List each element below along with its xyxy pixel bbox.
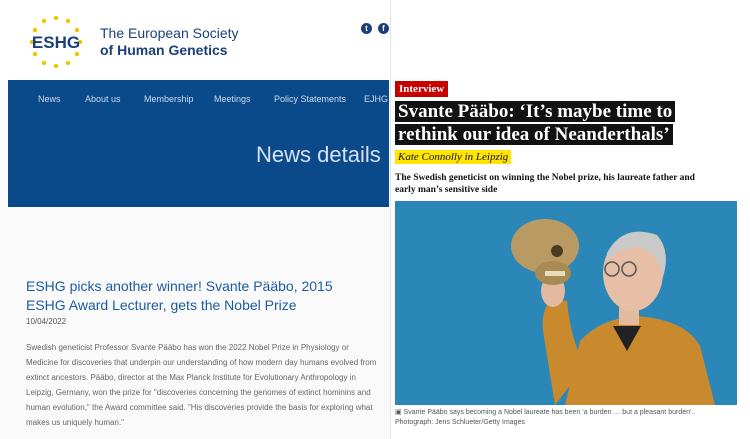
eshg-news-page: ESHG The European Society of Human Genet… (0, 0, 390, 439)
nav-ejhg[interactable]: EJHG (364, 94, 388, 104)
page-title: News details (256, 142, 381, 167)
wordmark-line-1: The European Society (100, 25, 239, 41)
standfirst: The Swedish geneticist on winning the No… (395, 173, 695, 195)
headline: Svante Pääbo: ‘It’s maybe time to rethin… (395, 100, 676, 146)
photo-caption: ▣ Svante Pääbo says becoming a Nobel lau… (395, 408, 740, 428)
eshg-wordmark: The European Society of Human Genetics (100, 25, 239, 59)
nav-policy-statements[interactable]: Policy Statements (274, 94, 346, 104)
headline-line-2: rethink our idea of Neanderthals’ (395, 124, 673, 145)
headline-line-1: Svante Pääbo: ‘It’s maybe time to (395, 101, 676, 122)
guardian-article: Interview Svante Pääbo: ‘It’s maybe time… (391, 0, 750, 439)
site-header: ESHG The European Society of Human Genet… (0, 0, 390, 80)
nav-meetings[interactable]: Meetings (214, 94, 251, 104)
wordmark-line-2: of Human Genetics (100, 42, 228, 58)
caption-text: Svante Pääbo says becoming a Nobel laure… (403, 409, 694, 416)
byline[interactable]: Kate Connolly in Leipzig (395, 150, 512, 164)
facebook-icon[interactable]: f (378, 23, 389, 34)
photo-credit: Photograph: Jens Schlueter/Getty Images (395, 419, 525, 426)
photo-illustration (395, 201, 737, 405)
nav-membership[interactable]: Membership (144, 94, 194, 104)
article-title[interactable]: ESHG picks another winner! Svante Pääbo,… (26, 277, 366, 315)
nav-banner: News About us Membership Meetings Policy… (8, 80, 389, 207)
interview-tag[interactable]: Interview (395, 81, 449, 97)
article-photo (395, 201, 737, 405)
article-body: Swedish geneticist Professor Svante Pääb… (26, 343, 377, 427)
twitter-icon[interactable]: t (361, 23, 372, 34)
nav-about-us[interactable]: About us (85, 94, 121, 104)
svg-text:ESHG: ESHG (32, 33, 80, 52)
nav-news[interactable]: News (38, 94, 61, 104)
camera-icon: ▣ (395, 409, 402, 416)
eshg-logo[interactable]: ESHG (26, 14, 86, 70)
article-date: 10/04/2022 (26, 317, 67, 326)
